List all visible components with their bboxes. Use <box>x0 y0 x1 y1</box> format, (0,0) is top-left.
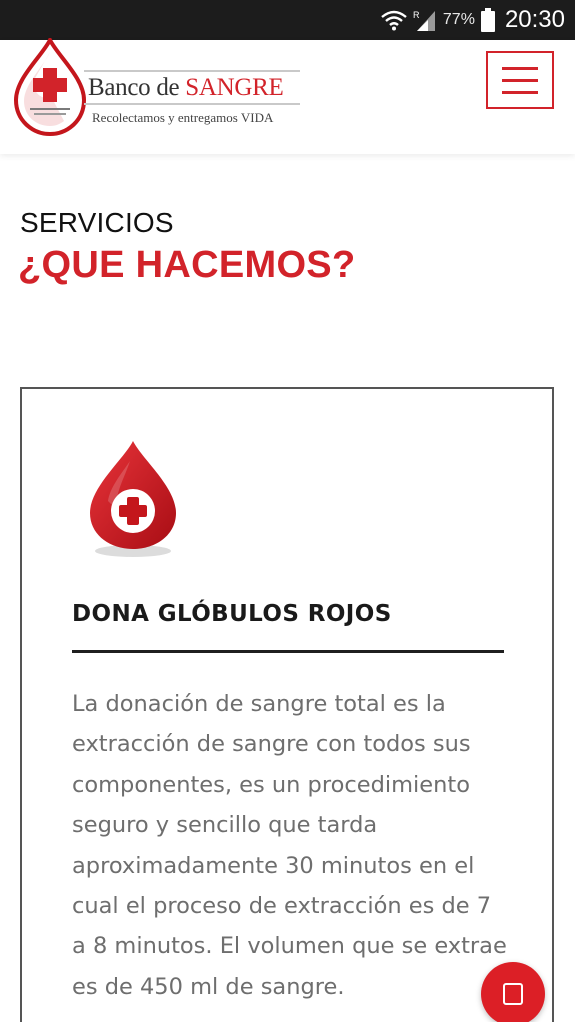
hamburger-menu-icon-bar <box>502 78 538 82</box>
menu-button[interactable] <box>486 51 554 109</box>
brand-tagline: Recolectamos y entregamos VIDA <box>92 110 274 125</box>
battery-percent: 77% <box>442 11 475 28</box>
square-icon <box>503 983 523 1005</box>
signal-icon: R <box>413 9 437 31</box>
service-title: DONA GLÓBULOS ROJOS <box>72 601 392 627</box>
brand-divider-top <box>84 70 300 72</box>
floating-action-button[interactable] <box>481 962 545 1022</box>
blood-drop-cross-logo <box>12 35 88 142</box>
title-divider <box>72 650 504 653</box>
brand-prefix: Banco de <box>88 74 186 101</box>
roaming-indicator: R <box>413 10 420 20</box>
brand-name: Banco de SANGRE <box>88 74 284 102</box>
blood-drop-plus-icon <box>88 439 178 565</box>
site-logo[interactable]: Banco de SANGRE Recolectamos y entregamo… <box>8 35 308 144</box>
status-bar: R 77% 20:30 <box>0 0 575 40</box>
clock: 20:30 <box>504 6 565 33</box>
hamburger-menu-icon <box>502 66 538 70</box>
section-title: ¿QUE HACEMOS? <box>18 244 356 286</box>
brand-divider-bottom <box>84 103 300 105</box>
service-description: La donación de sangre total es la extrac… <box>72 691 507 1000</box>
brand-accent: SANGRE <box>185 74 284 101</box>
section-kicker: SERVICIOS <box>20 207 174 238</box>
wifi-icon <box>381 9 407 31</box>
battery-icon <box>480 8 495 32</box>
site-header: Banco de SANGRE Recolectamos y entregamo… <box>0 35 575 154</box>
hamburger-menu-icon-bar <box>502 90 538 94</box>
service-card: DONA GLÓBULOS ROJOS La donación de sangr… <box>20 387 554 1022</box>
